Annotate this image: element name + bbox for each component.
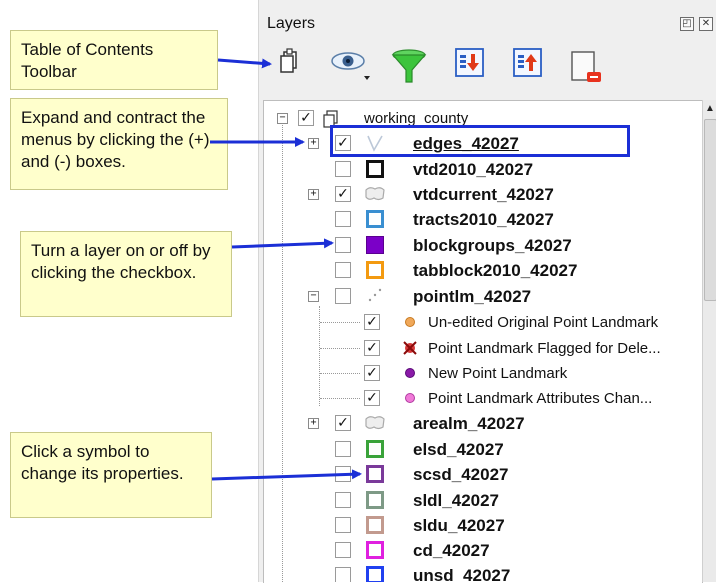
callout-arrows <box>210 58 362 481</box>
arrow-toolbar <box>217 58 272 69</box>
arrow-toggle <box>231 238 334 249</box>
arrow-symbol <box>211 469 362 481</box>
